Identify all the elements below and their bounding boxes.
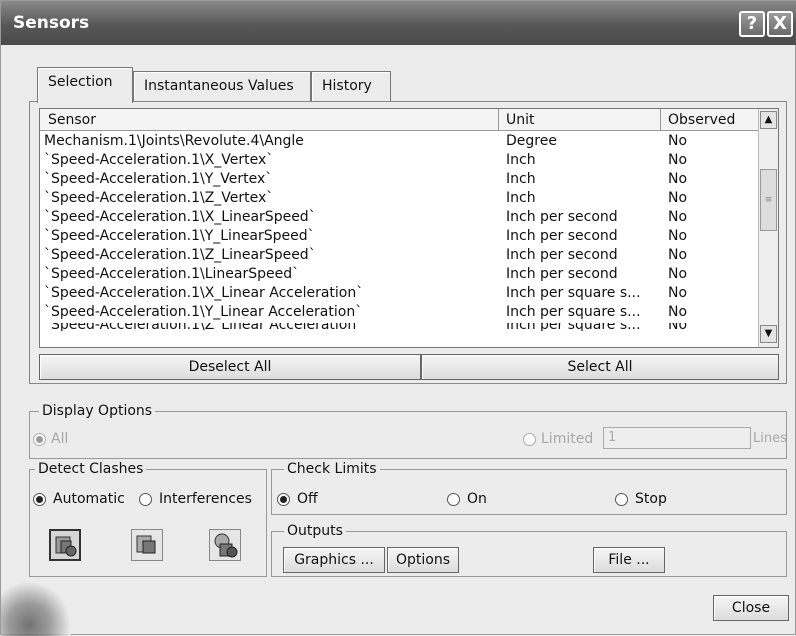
sensor-observed: No: [668, 152, 688, 168]
table-row[interactable]: `Speed-Acceleration.1\Y_Vertex` Inch No: [40, 171, 760, 189]
table-row[interactable]: `Speed-Acceleration.1\LinearSpeed` Inch …: [40, 266, 760, 284]
deselect-all-button[interactable]: Deselect All: [39, 354, 421, 380]
sensor-observed: No: [668, 266, 688, 282]
column-header-unit[interactable]: Unit: [506, 112, 535, 128]
sensor-name: `Speed-Acceleration.1\X_Linear Accelerat…: [44, 285, 364, 301]
limits-on-label: On: [467, 491, 487, 507]
clash-stop-button[interactable]: [209, 529, 241, 561]
table-row[interactable]: `Speed-Acceleration.1\Z_Linear Accelerat…: [40, 323, 760, 331]
sensors-dialog: Sensors ? X Selection Instantaneous Valu…: [0, 0, 796, 636]
sensor-unit: Inch per second: [506, 266, 618, 282]
sensor-list-header: Sensor Unit Observed: [40, 109, 760, 131]
display-limited-radio[interactable]: [523, 433, 536, 446]
sensor-unit: Inch per second: [506, 209, 618, 225]
decorative-swirl: [1, 581, 71, 636]
sensor-observed: No: [668, 209, 688, 225]
sensor-name: Mechanism.1\Joints\Revolute.4\Angle: [44, 133, 304, 149]
table-row[interactable]: `Speed-Acceleration.1\X_Linear Accelerat…: [40, 285, 760, 303]
clash-interferences-radio[interactable]: [139, 493, 152, 506]
title-bar[interactable]: Sensors ? X: [1, 1, 796, 45]
display-limited-label: Limited: [541, 431, 594, 447]
sensor-observed: No: [668, 285, 688, 301]
sensor-name: `Speed-Acceleration.1\Y_LinearSpeed`: [44, 228, 315, 244]
sensor-name: `Speed-Acceleration.1\Z_LinearSpeed`: [44, 247, 316, 263]
sensor-name: `Speed-Acceleration.1\Y_Vertex`: [44, 171, 273, 187]
sensor-list-scrollbar[interactable]: ▲ ≡ ▼: [758, 109, 778, 347]
clash-interference-button[interactable]: [131, 529, 163, 561]
sensor-unit: Inch: [506, 171, 536, 187]
file-button[interactable]: File ...: [593, 547, 665, 573]
tab-history[interactable]: History: [311, 71, 391, 101]
clash-automatic-label: Automatic: [53, 491, 125, 507]
table-row[interactable]: `Speed-Acceleration.1\X_Vertex` Inch No: [40, 152, 760, 170]
sensor-observed: No: [668, 133, 688, 149]
graphics-button[interactable]: Graphics ...: [283, 547, 385, 573]
scroll-up-icon[interactable]: ▲: [760, 111, 777, 129]
limits-stop-label: Stop: [635, 491, 667, 507]
clash-interferences-label: Interferences: [159, 491, 252, 507]
detect-clashes-label: Detect Clashes: [35, 461, 147, 477]
sensor-observed: No: [668, 323, 688, 331]
sensor-observed: No: [668, 190, 688, 206]
help-icon: ?: [746, 13, 758, 34]
outputs-label: Outputs: [284, 523, 346, 539]
display-options-label: Display Options: [39, 403, 156, 419]
limits-on-radio[interactable]: [447, 493, 460, 506]
sensor-name: `Speed-Acceleration.1\Y_Linear Accelerat…: [44, 304, 363, 320]
select-all-button[interactable]: Select All: [421, 354, 779, 380]
table-row[interactable]: `Speed-Acceleration.1\Z_Vertex` Inch No: [40, 190, 760, 208]
tab-history-label: History: [322, 78, 372, 94]
table-row[interactable]: Mechanism.1\Joints\Revolute.4\Angle Degr…: [40, 133, 760, 151]
tab-instantaneous-values-label: Instantaneous Values: [144, 78, 294, 94]
close-window-button[interactable]: X: [767, 11, 793, 37]
sensor-observed: No: [668, 247, 688, 263]
help-button[interactable]: ?: [739, 11, 765, 37]
sensor-name: `Speed-Acceleration.1\X_LinearSpeed`: [44, 209, 316, 225]
scroll-thumb[interactable]: ≡: [760, 169, 777, 231]
sensor-unit: Inch per second: [506, 247, 618, 263]
sensor-name: `Speed-Acceleration.1\LinearSpeed`: [44, 266, 300, 282]
window-title: Sensors: [13, 13, 90, 33]
check-limits-label: Check Limits: [284, 461, 380, 477]
close-button[interactable]: Close: [713, 595, 789, 621]
sensor-name: `Speed-Acceleration.1\Z_Linear Accelerat…: [44, 323, 364, 331]
sensor-unit: Inch per square s...: [506, 323, 641, 331]
tab-instantaneous-values[interactable]: Instantaneous Values: [133, 71, 311, 101]
column-header-sensor[interactable]: Sensor: [48, 112, 96, 128]
sensor-unit: Inch per square s...: [506, 285, 641, 301]
limits-off-label: Off: [297, 491, 318, 507]
table-row[interactable]: `Speed-Acceleration.1\Y_Linear Accelerat…: [40, 304, 760, 322]
display-all-radio[interactable]: [33, 433, 46, 446]
limits-off-radio[interactable]: [277, 493, 290, 506]
column-header-observed[interactable]: Observed: [668, 112, 735, 128]
tab-selection-label: Selection: [48, 74, 113, 90]
table-row[interactable]: `Speed-Acceleration.1\X_LinearSpeed` Inc…: [40, 209, 760, 227]
sensor-unit: Inch: [506, 190, 536, 206]
sensor-name: `Speed-Acceleration.1\Z_Vertex`: [44, 190, 274, 206]
sensor-observed: No: [668, 228, 688, 244]
sensor-unit: Inch per second: [506, 228, 618, 244]
sensor-observed: No: [668, 304, 688, 320]
table-row[interactable]: `Speed-Acceleration.1\Y_LinearSpeed` Inc…: [40, 228, 760, 246]
lines-label: Lines: [753, 431, 787, 446]
sensor-unit: Inch: [506, 152, 536, 168]
close-icon: X: [773, 13, 787, 34]
clash-check-icon: [55, 536, 77, 557]
scroll-down-icon[interactable]: ▼: [760, 325, 777, 343]
limits-stop-radio[interactable]: [615, 493, 628, 506]
sensor-list[interactable]: Sensor Unit Observed Mechanism.1\Joints\…: [39, 108, 779, 348]
limited-lines-field[interactable]: 1: [603, 427, 751, 449]
sensor-observed: No: [668, 171, 688, 187]
table-row[interactable]: `Speed-Acceleration.1\Z_LinearSpeed` Inc…: [40, 247, 760, 265]
clash-automatic-radio[interactable]: [33, 493, 46, 506]
clash-interference-icon: [136, 535, 156, 554]
sensor-unit: Degree: [506, 133, 557, 149]
sensor-unit: Inch per square s...: [506, 304, 641, 320]
clash-check-button[interactable]: [49, 529, 81, 561]
tab-selection[interactable]: Selection: [37, 67, 133, 103]
clash-stop-icon: [214, 533, 238, 558]
options-button[interactable]: Options: [387, 547, 459, 573]
sensor-name: `Speed-Acceleration.1\X_Vertex`: [44, 152, 274, 168]
display-all-label: All: [51, 431, 69, 447]
